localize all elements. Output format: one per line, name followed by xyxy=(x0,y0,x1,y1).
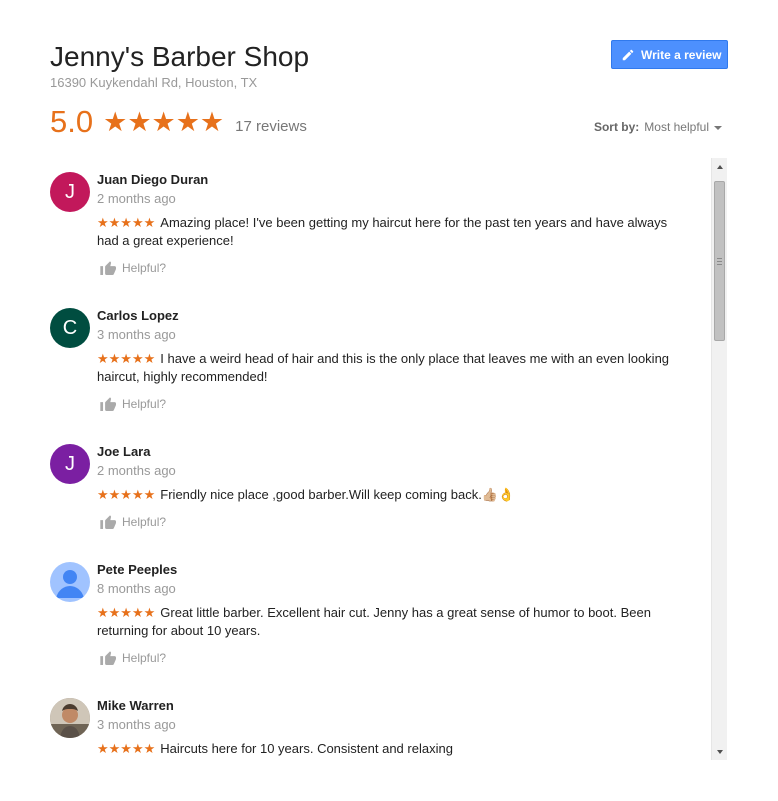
sort-label: Sort by: xyxy=(593,120,640,134)
review-scrollbar[interactable] xyxy=(711,158,727,760)
avatar[interactable] xyxy=(50,698,90,738)
grip-icon xyxy=(717,257,722,265)
review-text-block: ★★★★★ Haircuts here for 10 years. Consist… xyxy=(97,740,682,758)
review-item: C Carlos Lopez 3 months ago ★★★★★ I have … xyxy=(50,294,710,430)
review-time: 2 months ago xyxy=(97,191,176,206)
review-text: Friendly nice place ,good barber.Will ke… xyxy=(160,487,515,502)
avatar-initial: J xyxy=(65,180,75,203)
reviewer-name[interactable]: Mike Warren xyxy=(97,698,682,714)
review-time: 8 months ago xyxy=(97,581,176,596)
review-list: J Juan Diego Duran 2 months ago ★★★★★ Ama… xyxy=(50,158,710,760)
pencil-icon xyxy=(622,49,634,60)
review-text-block: ★★★★★ Friendly nice place ,good barber.Wi… xyxy=(97,486,682,504)
helpful-button[interactable]: Helpful? xyxy=(97,650,682,665)
write-review-button[interactable]: Write a review xyxy=(611,40,728,69)
review-stars: ★★★★★ xyxy=(97,487,156,502)
review-stars: ★★★★★ xyxy=(97,351,156,366)
avatar[interactable]: J xyxy=(50,444,90,484)
avatar-initial: C xyxy=(62,316,78,339)
review-text-block: ★★★★★ Amazing place! I've been getting my… xyxy=(97,214,682,250)
review-count[interactable]: 17 reviews xyxy=(235,118,307,135)
review-text: Haircuts here for 10 years. Consistent a… xyxy=(160,741,453,756)
helpful-label: Helpful? xyxy=(122,514,167,529)
review-stars: ★★★★★ xyxy=(97,605,156,620)
review-text: Amazing place! I've been getting my hair… xyxy=(97,215,668,248)
avatar[interactable] xyxy=(50,562,90,602)
default-profile-icon xyxy=(56,570,84,598)
helpful-button[interactable]: Helpful? xyxy=(97,260,682,275)
review-text: Great little barber. Excellent hair cut.… xyxy=(97,605,651,638)
average-rating: 5.0 xyxy=(50,104,94,139)
helpful-label: Helpful? xyxy=(122,650,167,665)
thumbs-up-icon xyxy=(100,397,116,411)
review-body: Joe Lara 2 months ago ★★★★★ Friendly nice… xyxy=(97,444,682,529)
scroll-up-arrow-icon[interactable] xyxy=(712,158,727,175)
rating-summary: 5.0 ★★★★★ 17 reviews xyxy=(50,104,307,140)
review-body: Pete Peeples 8 months ago ★★★★★ Great lit… xyxy=(97,562,682,665)
review-text-block: ★★★★★ I have a weird head of hair and thi… xyxy=(97,350,682,386)
caret-down-icon xyxy=(714,125,722,130)
review-stars: ★★★★★ xyxy=(97,215,156,230)
review-time: 2 months ago xyxy=(97,463,176,478)
review-item: J Joe Lara 2 months ago ★★★★★ Friendly ni… xyxy=(50,430,710,548)
review-stars: ★★★★★ xyxy=(97,741,156,756)
review-time: 3 months ago xyxy=(97,327,176,342)
scrollbar-thumb[interactable] xyxy=(714,181,725,341)
scroll-down-arrow-icon[interactable] xyxy=(712,743,727,760)
thumbs-up-icon xyxy=(100,515,116,529)
review-item: Mike Warren 3 months ago ★★★★★ Haircuts h… xyxy=(50,684,710,760)
helpful-button[interactable]: Helpful? xyxy=(97,396,682,411)
sort-dropdown[interactable]: Sort by: Most helpful xyxy=(594,120,722,134)
review-item: J Juan Diego Duran 2 months ago ★★★★★ Ama… xyxy=(50,158,710,294)
thumbs-up-icon xyxy=(100,651,116,665)
avatar[interactable]: C xyxy=(50,308,90,348)
review-text-block: ★★★★★ Great little barber. Excellent hair… xyxy=(97,604,682,640)
profile-photo xyxy=(50,698,90,738)
write-review-label: Write a review xyxy=(641,47,722,62)
reviewer-name[interactable]: Juan Diego Duran xyxy=(97,172,682,188)
review-body: Mike Warren 3 months ago ★★★★★ Haircuts h… xyxy=(97,698,682,758)
review-time: 3 months ago xyxy=(97,717,176,732)
thumbs-up-icon xyxy=(100,261,116,275)
avatar-initial: J xyxy=(65,452,75,475)
reviewer-name[interactable]: Carlos Lopez xyxy=(97,308,682,324)
business-address: 16390 Kuykendahl Rd, Houston, TX xyxy=(50,75,258,90)
review-body: Carlos Lopez 3 months ago ★★★★★ I have a … xyxy=(97,308,682,411)
avatar[interactable]: J xyxy=(50,172,90,212)
review-body: Juan Diego Duran 2 months ago ★★★★★ Amazi… xyxy=(97,172,682,275)
average-stars: ★★★★★ xyxy=(103,107,225,137)
review-item: Pete Peeples 8 months ago ★★★★★ Great lit… xyxy=(50,548,710,684)
sort-value: Most helpful xyxy=(644,120,709,134)
reviewer-name[interactable]: Joe Lara xyxy=(97,444,682,460)
review-text: I have a weird head of hair and this is … xyxy=(97,351,670,384)
helpful-label: Helpful? xyxy=(122,260,167,275)
reviewer-name[interactable]: Pete Peeples xyxy=(97,562,682,578)
helpful-button[interactable]: Helpful? xyxy=(97,514,682,529)
helpful-label: Helpful? xyxy=(122,396,167,411)
